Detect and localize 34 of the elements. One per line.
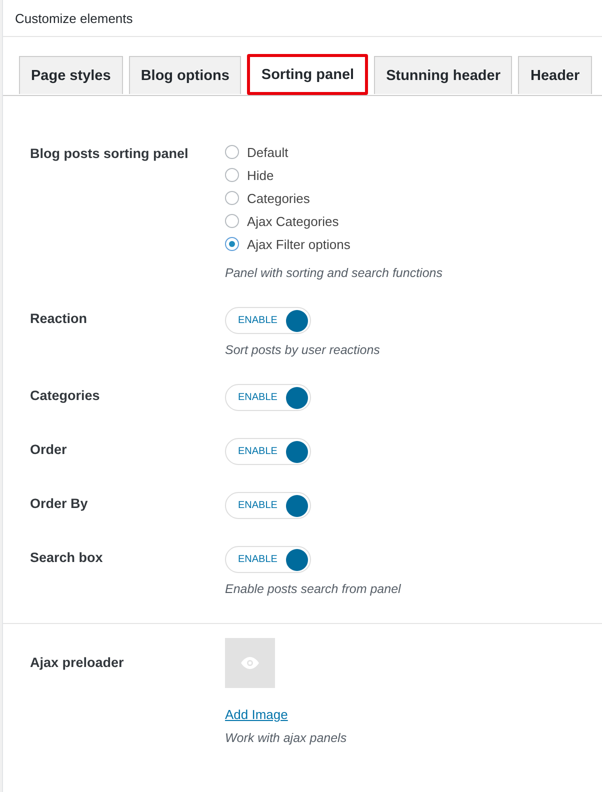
option-label: Ajax Categories (247, 214, 339, 228)
toggle-switch[interactable]: ENABLE (225, 492, 311, 519)
setting-label: Order (30, 442, 67, 457)
add-image-link[interactable]: Add Image (225, 707, 288, 722)
setting-label: Categories (30, 388, 100, 403)
panel-title: Customize elements (15, 11, 133, 26)
tab[interactable]: Stunning header (374, 56, 512, 94)
setting-description: Panel with sorting and search functions (225, 266, 442, 280)
radio-button[interactable] (225, 191, 239, 205)
radio-button[interactable] (225, 237, 239, 251)
tab[interactable]: Blog options (128, 56, 242, 94)
option-label: Categories (247, 190, 310, 206)
eye-icon (241, 657, 259, 669)
option-label: Ajax Filter options (247, 236, 350, 252)
setting-description: Sort posts by user reactions (225, 343, 380, 357)
radio-button[interactable] (225, 145, 239, 159)
toggle-switch[interactable]: ENABLE (225, 384, 311, 411)
setting-description: Enable posts search from panel (225, 582, 401, 596)
setting-label: Reaction (30, 311, 88, 326)
setting-label: Order By (30, 496, 88, 511)
radio-button[interactable] (225, 214, 239, 228)
setting-label: Search box (30, 550, 103, 565)
radio-button[interactable] (225, 168, 239, 182)
toggle-switch[interactable]: ENABLE (225, 438, 311, 465)
tab[interactable]: Sorting panel (247, 54, 368, 95)
tab[interactable]: Header (518, 56, 592, 94)
toggle-switch[interactable]: ENABLE (225, 307, 311, 334)
setting-label: Blog posts sorting panel (30, 146, 188, 161)
toggle-switch[interactable]: ENABLE (225, 546, 311, 573)
tab[interactable]: Page styles (19, 56, 123, 94)
setting-description: Work with ajax panels (225, 731, 347, 745)
option-label: Hide (247, 168, 274, 182)
option-label: Default (247, 144, 288, 160)
setting-label: Ajax preloader (30, 655, 124, 670)
